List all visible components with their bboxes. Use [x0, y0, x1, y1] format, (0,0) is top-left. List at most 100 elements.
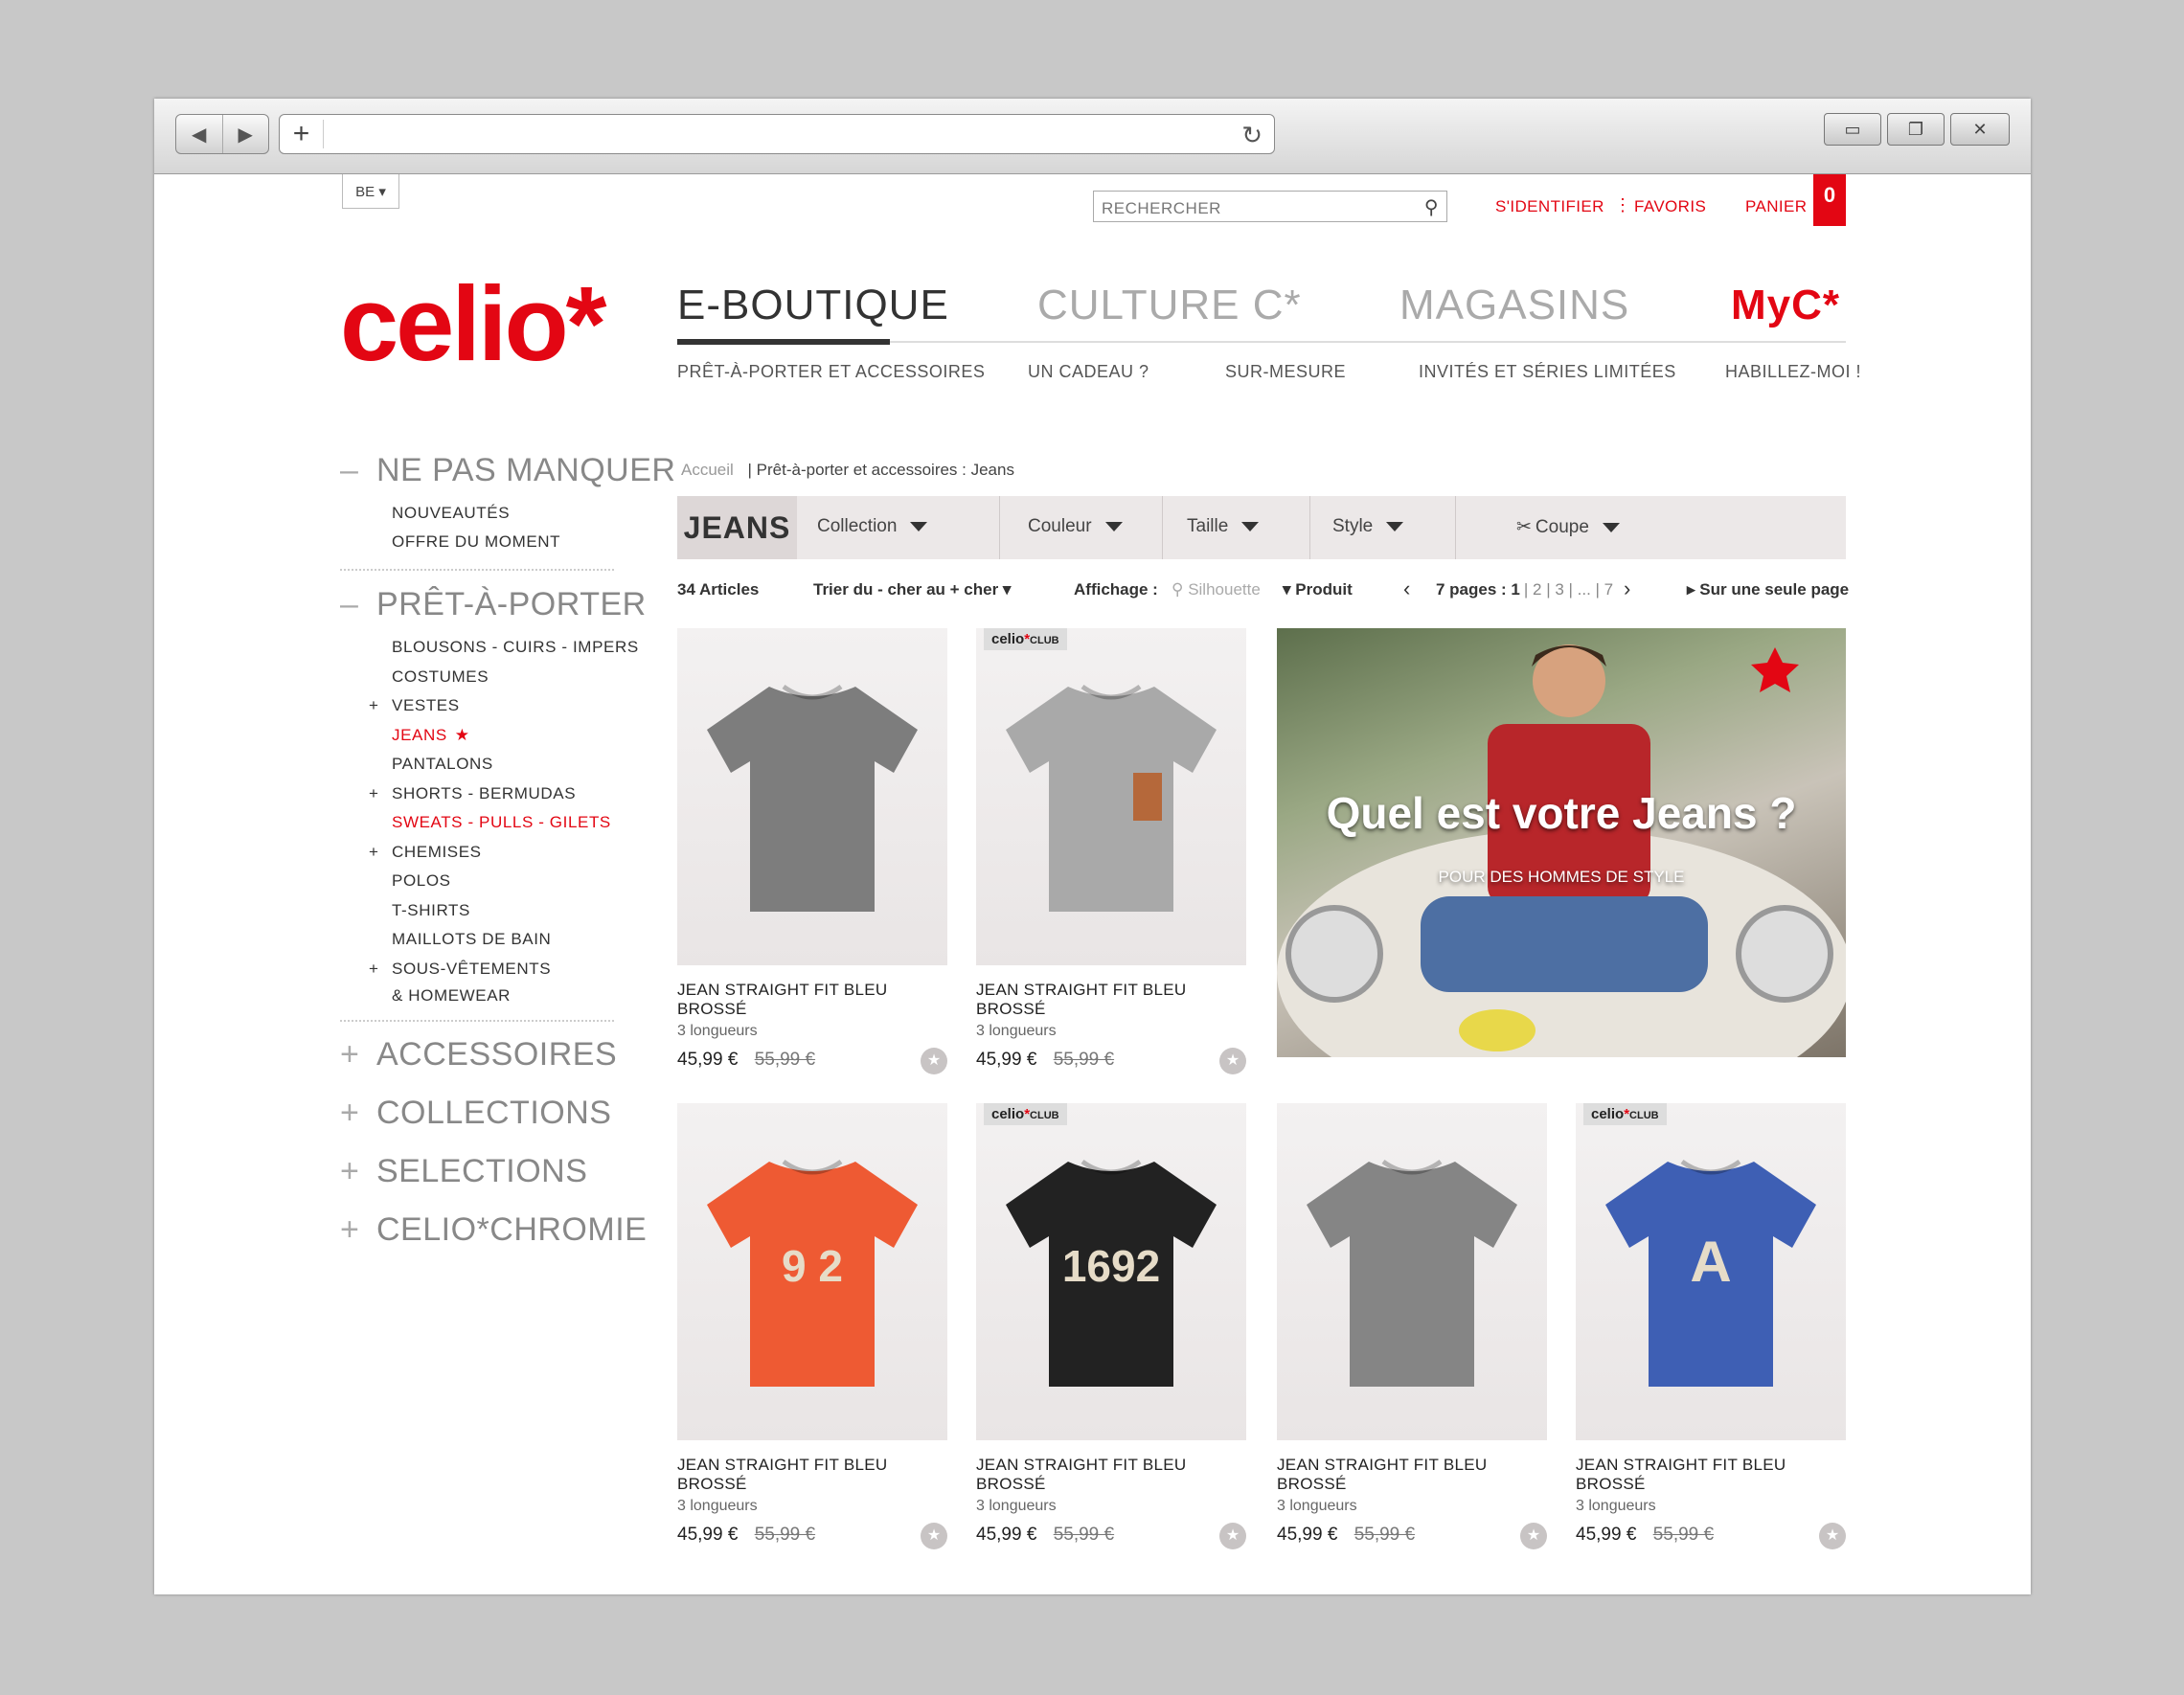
sidebar-item[interactable]: MAILLOTS DE BAIN	[392, 930, 551, 949]
article-count: 34 Articles	[677, 580, 760, 599]
product-name[interactable]: JEAN STRAIGHT FIT BLEU BROSSÉ	[677, 1456, 947, 1494]
single-page-link[interactable]: ▸ Sur une seule page	[1687, 580, 1849, 599]
sidebar-item[interactable]: BLOUSONS - CUIRS - IMPERS	[392, 638, 639, 657]
sidebar-item-label: POLOS	[392, 871, 451, 890]
close-button[interactable]: ✕	[1950, 113, 2010, 146]
favorite-star-icon[interactable]: ★	[1520, 1523, 1547, 1549]
sidebar-item[interactable]: PANTALONS	[392, 755, 493, 774]
back-button[interactable]: ◀	[176, 115, 223, 153]
breadcrumb-home[interactable]: Accueil	[681, 461, 734, 479]
search-icon[interactable]: ⚲	[1424, 195, 1439, 219]
product-name[interactable]: JEAN STRAIGHT FIT BLEU BROSSÉ	[1576, 1456, 1846, 1494]
subnav-sur-mesure[interactable]: SUR-MESURE	[1225, 362, 1346, 382]
favorite-star-icon[interactable]: ★	[1219, 1523, 1246, 1549]
sidebar-item[interactable]: SWEATS - PULLS - GILETS	[392, 813, 611, 832]
filter-coupe[interactable]: ✂ Coupe	[1516, 516, 1620, 538]
expand-icon[interactable]: +	[369, 843, 379, 862]
new-tab-icon[interactable]: +	[280, 120, 324, 148]
product-image[interactable]	[1277, 1103, 1547, 1440]
sidebar-item[interactable]: & HOMEWEAR	[392, 986, 511, 1006]
product-image[interactable]	[677, 628, 947, 965]
sidebar-item-label: & HOMEWEAR	[392, 986, 512, 1005]
club-badge: celio*CLUB	[1583, 1103, 1667, 1125]
product-image[interactable]: celio*CLUB 1692	[976, 1103, 1246, 1440]
product-price: 45,99 €	[677, 1525, 739, 1545]
product-variant: 3 longueurs	[1576, 1498, 1656, 1514]
sidebar-section-collections[interactable]: + COLLECTIONS	[340, 1095, 611, 1132]
product-card[interactable]: JEAN STRAIGHT FIT BLEU BROSSÉ 3 longueur…	[1277, 1103, 1547, 1549]
product-name[interactable]: JEAN STRAIGHT FIT BLEU BROSSÉ	[976, 981, 1246, 1019]
sidebar-section-selections[interactable]: + SELECTIONS	[340, 1153, 587, 1190]
product-price-row: 45,99 € 55,99 € ★	[976, 1048, 1246, 1074]
reload-icon[interactable]: ↻	[1241, 121, 1263, 150]
subnav-invites[interactable]: INVITÉS ET SÉRIES LIMITÉES	[1419, 362, 1676, 382]
sidebar-item-nouveautes[interactable]: NOUVEAUTÉS	[392, 504, 510, 523]
favorite-star-icon[interactable]: ★	[921, 1523, 947, 1549]
address-bar[interactable]: + ↻	[279, 114, 1275, 154]
country-selector[interactable]: BE ▾	[342, 174, 399, 209]
login-link[interactable]: S'IDENTIFIER	[1495, 197, 1604, 216]
celio-logo[interactable]: celio*	[340, 272, 606, 377]
next-page-icon[interactable]: ›	[1624, 576, 1630, 601]
sidebar-item[interactable]: + SOUS-VÊTEMENTS	[369, 960, 551, 979]
promo-banner[interactable]: Quel est votre Jeans ? POUR DES HOMMES D…	[1277, 628, 1846, 1057]
filter-couleur[interactable]: Couleur	[1028, 516, 1123, 537]
favorite-star-icon[interactable]: ★	[1219, 1048, 1246, 1074]
restore-button[interactable]: ❐	[1887, 113, 1945, 146]
search-input[interactable]: RECHERCHER ⚲	[1093, 191, 1447, 222]
nav-myc[interactable]: MyC*	[1731, 282, 1840, 329]
filter-style[interactable]: Style	[1332, 516, 1404, 537]
favorite-star-icon[interactable]: ★	[921, 1048, 947, 1074]
sidebar-section-accessoires[interactable]: + ACCESSOIRES	[340, 1036, 617, 1074]
pages-others[interactable]: | 2 | 3 | ... | 7	[1524, 580, 1613, 599]
subnav-pret-a-porter[interactable]: PRÊT-À-PORTER ET ACCESSOIRES	[677, 362, 985, 382]
sidebar-section-celiochromie[interactable]: + CELIO*CHROMIE	[340, 1211, 647, 1249]
product-image[interactable]: celio*CLUB	[976, 628, 1246, 965]
favorites-link[interactable]: FAVORIS	[1634, 197, 1706, 216]
product-name[interactable]: JEAN STRAIGHT FIT BLEU BROSSÉ	[976, 1456, 1246, 1494]
sidebar-item[interactable]: POLOS	[392, 871, 451, 891]
forward-button[interactable]: ▶	[223, 115, 269, 153]
nav-magasins[interactable]: MAGASINS	[1399, 282, 1629, 329]
sidebar-section-ne-pas-manquer[interactable]: – NE PAS MANQUER	[340, 452, 675, 489]
display-produit[interactable]: ▾ Produit	[1283, 580, 1353, 599]
product-name[interactable]: JEAN STRAIGHT FIT BLEU BROSSÉ	[677, 981, 947, 1019]
nav-e-boutique[interactable]: E-BOUTIQUE	[677, 282, 949, 329]
nav-active-indicator	[677, 339, 890, 345]
expand-icon[interactable]: +	[369, 784, 379, 803]
favorite-star-icon[interactable]: ★	[1819, 1523, 1846, 1549]
tshirt-icon: ▾	[1283, 580, 1296, 599]
product-image[interactable]: celio*CLUB A	[1576, 1103, 1846, 1440]
filter-collection[interactable]: Collection	[817, 516, 928, 537]
product-card[interactable]: celio*CLUB A JEAN STRAIGHT FIT BLEU BROS…	[1576, 1103, 1846, 1549]
product-card[interactable]: celio*CLUB 1692 JEAN STRAIGHT FIT BLEU B…	[976, 1103, 1246, 1549]
minimize-button[interactable]: ▭	[1824, 113, 1881, 146]
sidebar-item[interactable]: T-SHIRTS	[392, 901, 470, 920]
sidebar-item[interactable]: + CHEMISES	[369, 843, 482, 862]
cart-link[interactable]: PANIER	[1745, 197, 1807, 216]
product-price: 45,99 €	[1277, 1525, 1338, 1545]
prev-page-icon[interactable]: ‹	[1403, 576, 1410, 601]
sidebar-item-offre-du-moment[interactable]: OFFRE DU MOMENT	[392, 532, 560, 552]
product-card[interactable]: JEAN STRAIGHT FIT BLEU BROSSÉ 3 longueur…	[677, 628, 947, 1074]
sidebar-item[interactable]: JEANS ★	[392, 726, 470, 745]
product-name[interactable]: JEAN STRAIGHT FIT BLEU BROSSÉ	[1277, 1456, 1547, 1494]
sidebar-section-pret-a-porter[interactable]: – PRÊT-À-PORTER	[340, 586, 647, 623]
product-price: 45,99 €	[677, 1050, 739, 1070]
sidebar-item[interactable]: + VESTES	[369, 696, 460, 715]
cart-count-badge[interactable]: 0	[1813, 174, 1846, 226]
product-card[interactable]: 9 2 JEAN STRAIGHT FIT BLEU BROSSÉ 3 long…	[677, 1103, 947, 1549]
nav-culture[interactable]: CULTURE C*	[1037, 282, 1302, 329]
expand-icon[interactable]: +	[369, 696, 379, 715]
sort-select[interactable]: Trier du - cher au + cher ▾	[813, 580, 1011, 599]
filter-taille[interactable]: Taille	[1187, 516, 1260, 537]
sidebar-item[interactable]: COSTUMES	[392, 667, 489, 687]
pages-current[interactable]: 7 pages : 1	[1436, 580, 1520, 599]
product-image[interactable]: 9 2	[677, 1103, 947, 1440]
product-card[interactable]: celio*CLUB JEAN STRAIGHT FIT BLEU BROSSÉ…	[976, 628, 1246, 1074]
subnav-habillez-moi[interactable]: HABILLEZ-MOI !	[1725, 362, 1861, 382]
subnav-cadeau[interactable]: UN CADEAU ?	[1028, 362, 1149, 382]
sidebar-item[interactable]: + SHORTS - BERMUDAS	[369, 784, 576, 803]
display-silhouette[interactable]: ⚲ Silhouette	[1172, 580, 1261, 599]
expand-icon[interactable]: +	[369, 960, 379, 979]
